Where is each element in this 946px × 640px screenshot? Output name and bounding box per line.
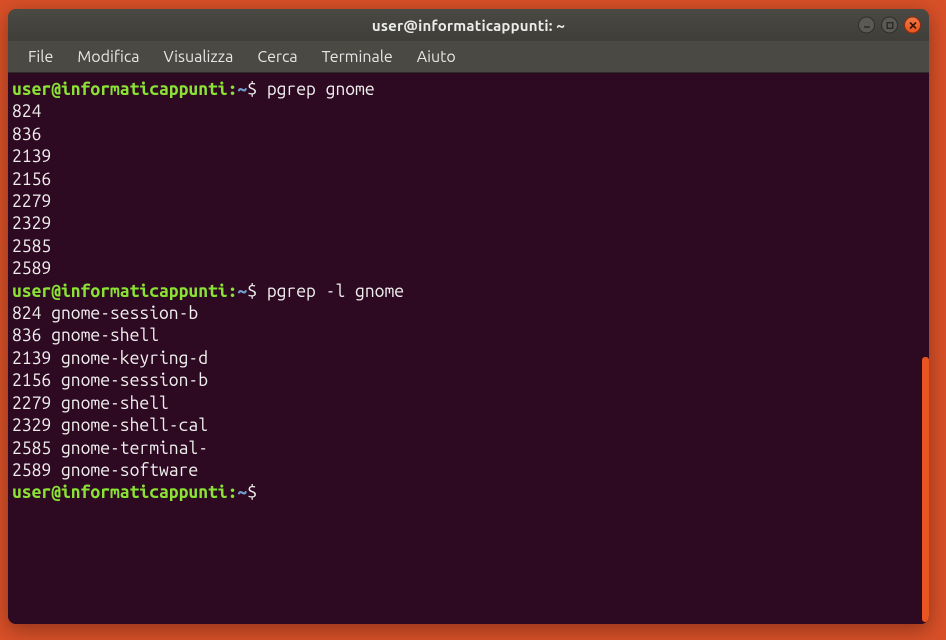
prompt-sep: : [228, 282, 238, 301]
terminal-viewport[interactable]: user@informaticappunti:~$ pgrep gnome 82… [8, 73, 929, 624]
prompt-line: user@informaticappunti:~$ [12, 482, 925, 504]
prompt-user-host: user@informaticappunti [12, 80, 228, 99]
prompt-user-host: user@informaticappunti [12, 483, 228, 502]
prompt-dollar: $ [247, 483, 257, 502]
output-line: 2585 [12, 236, 925, 258]
window-controls [858, 17, 921, 34]
prompt-dollar: $ [247, 80, 257, 99]
menu-modifica[interactable]: Modifica [65, 44, 151, 70]
output-line: 2279 [12, 191, 925, 213]
prompt-path: ~ [237, 483, 247, 502]
close-icon [909, 21, 917, 29]
maximize-icon [886, 21, 894, 29]
output-line: 2589 [12, 258, 925, 280]
maximize-button[interactable] [881, 17, 898, 34]
prompt-dollar: $ [247, 282, 257, 301]
menu-terminale[interactable]: Terminale [310, 44, 405, 70]
menu-visualizza[interactable]: Visualizza [151, 44, 245, 70]
menubar: File Modifica Visualizza Cerca Terminale… [8, 41, 929, 73]
output-line: 824 [12, 101, 925, 123]
output-line: 2329 [12, 213, 925, 235]
output-line: 2156 gnome-session-b [12, 370, 925, 392]
prompt-sep: : [228, 80, 238, 99]
output-line: 2156 [12, 169, 925, 191]
prompt-sep: : [228, 483, 238, 502]
prompt-path: ~ [237, 80, 247, 99]
command-text: pgrep -l gnome [267, 282, 404, 301]
scrollbar-thumb[interactable] [922, 357, 929, 622]
window-title: user@informaticappunti: ~ [372, 17, 565, 34]
titlebar[interactable]: user@informaticappunti: ~ [8, 9, 929, 41]
command-text: pgrep gnome [267, 80, 375, 99]
minimize-button[interactable] [858, 17, 875, 34]
prompt-user-host: user@informaticappunti [12, 282, 228, 301]
output-line: 824 gnome-session-b [12, 303, 925, 325]
terminal-window: user@informaticappunti: ~ File Modifica … [8, 9, 929, 624]
output-line: 836 [12, 124, 925, 146]
prompt-path: ~ [237, 282, 247, 301]
output-line: 2589 gnome-software [12, 460, 925, 482]
prompt-line: user@informaticappunti:~$ pgrep gnome [12, 79, 925, 101]
menu-file[interactable]: File [16, 44, 65, 70]
output-line: 836 gnome-shell [12, 325, 925, 347]
minimize-icon [863, 21, 871, 29]
output-line: 2585 gnome-terminal- [12, 438, 925, 460]
output-line: 2279 gnome-shell [12, 393, 925, 415]
output-line: 2139 gnome-keyring-d [12, 348, 925, 370]
prompt-line: user@informaticappunti:~$ pgrep -l gnome [12, 281, 925, 303]
menu-cerca[interactable]: Cerca [245, 44, 309, 70]
close-button[interactable] [904, 17, 921, 34]
output-line: 2139 [12, 146, 925, 168]
menu-aiuto[interactable]: Aiuto [405, 44, 468, 70]
output-line: 2329 gnome-shell-cal [12, 415, 925, 437]
